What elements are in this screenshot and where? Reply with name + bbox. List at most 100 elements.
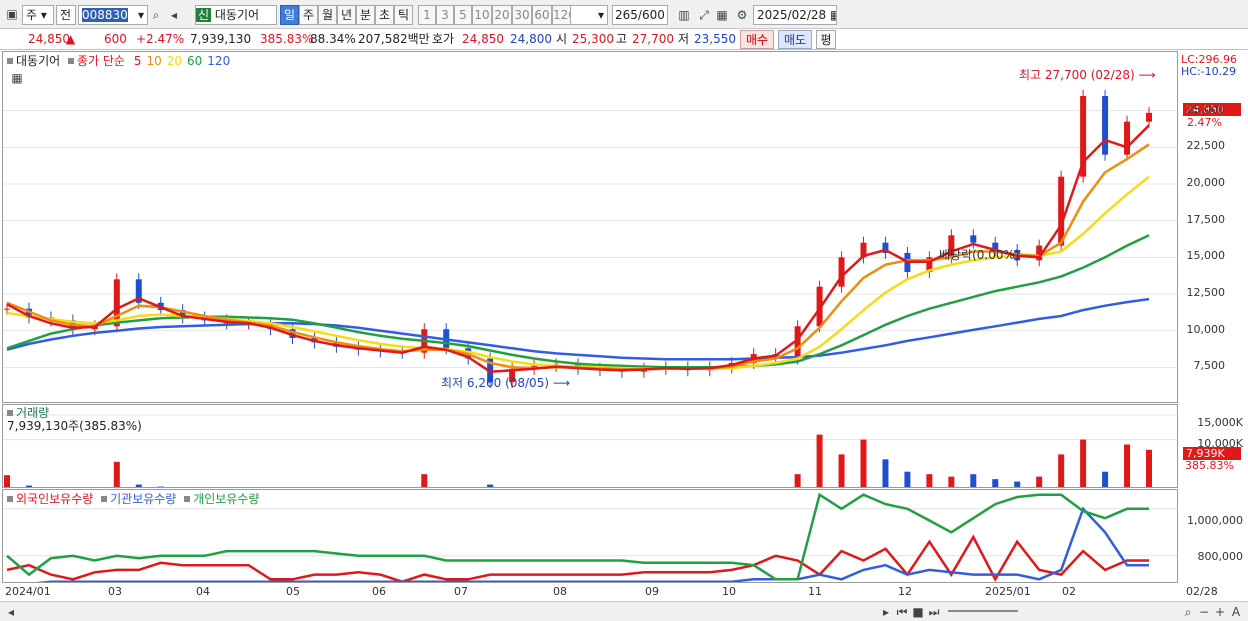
bid-price: 24,800 <box>510 32 552 46</box>
speaker-icon[interactable]: ◂ <box>166 7 182 23</box>
zoom-search-icon[interactable]: ⌕ <box>1180 604 1196 620</box>
draw-tool-icon[interactable]: ⤢ <box>696 7 712 23</box>
ma-legend-10: 10 <box>146 54 162 68</box>
window-menu-icon[interactable]: ▣ <box>4 6 20 22</box>
x-tick-label: 06 <box>372 585 386 598</box>
minute-button-0[interactable]: 1 <box>418 5 436 25</box>
stop-icon[interactable]: ■ <box>910 604 926 620</box>
holdings-legend: 외국인보유수량 기관보유수량 개인보유수량 <box>7 492 259 506</box>
price-y-label: 22,500 <box>1186 139 1226 153</box>
volume-chart <box>3 414 1177 487</box>
price-y-label: 15,000 <box>1186 249 1226 263</box>
minute-button-7[interactable]: 120 <box>552 5 572 25</box>
first-icon[interactable]: ⏮ <box>894 604 910 620</box>
low-price: 23,550 <box>694 32 736 46</box>
search-icon[interactable]: ⌕ <box>148 7 164 23</box>
price-chart <box>3 90 1177 388</box>
top-toolbar: ▣ 주 ▾ 전 008830 ▾ ⌕ ◂ 신 대동기어 일주월년분초틱 1 3 5 10… <box>0 0 1248 29</box>
period-tab-0[interactable]: 일 <box>280 5 299 25</box>
zoom-slider[interactable] <box>948 610 1018 612</box>
buy-button[interactable]: 매수 <box>740 30 774 49</box>
zoom-out-icon[interactable]: − <box>1196 604 1212 620</box>
x-tick-label: 10 <box>722 585 736 598</box>
ma-legend-60: 60 <box>187 54 203 68</box>
x-tick-label: 2025/01 <box>985 585 1031 598</box>
save-icon[interactable]: ▦ <box>714 7 730 23</box>
volume-bar <box>970 474 977 487</box>
period-tab-1[interactable]: 주 <box>299 5 318 25</box>
period-tab-6[interactable]: 틱 <box>394 5 413 25</box>
prev-button[interactable]: 전 <box>56 5 76 25</box>
ma20-line <box>6 175 1150 371</box>
volume-bar <box>421 474 428 487</box>
minute-button-2[interactable]: 5 <box>454 5 472 25</box>
volume-bar <box>1014 481 1021 487</box>
period-tab-2[interactable]: 월 <box>318 5 337 25</box>
x-tick-label: 2024/01 <box>5 585 51 598</box>
volume-bar <box>135 484 142 487</box>
price-y-label: 25,000 <box>1186 102 1226 116</box>
stock-code-input[interactable]: 008830 ▾ <box>78 5 148 25</box>
x-tick-label: 05 <box>286 585 300 598</box>
price-y-label: 20,000 <box>1186 176 1226 189</box>
high-price: 27,700 <box>632 32 674 46</box>
last-icon[interactable]: ⏭ <box>926 604 942 620</box>
eval-button[interactable]: 평 <box>816 30 836 49</box>
volume-bar <box>1124 444 1131 487</box>
minute-button-4[interactable]: 20 <box>492 5 512 25</box>
volume-bar <box>1102 471 1109 487</box>
period-tab-3[interactable]: 년 <box>337 5 356 25</box>
candle-type-icon[interactable]: ▥ <box>676 7 692 23</box>
minute-button-3[interactable]: 10 <box>472 5 492 25</box>
bar-count-field[interactable]: 265/600 <box>612 5 668 25</box>
trade-amount: 207,582백만 <box>358 32 430 46</box>
minute-button-5[interactable]: 30 <box>512 5 532 25</box>
price-pct-tag: 2.47% <box>1187 116 1222 129</box>
volume-ratio: 385.83% <box>260 32 314 46</box>
open-label: 시 <box>556 32 568 46</box>
price-panel[interactable]: 대동기어 종가 단순 5 10 20 60 120 ▦ 최고 27,700 (02/28… <box>2 51 1178 403</box>
current-price: 24,850 <box>28 32 70 46</box>
volume-bar <box>816 434 823 487</box>
price-y-label: 12,500 <box>1186 286 1226 299</box>
unit-select[interactable]: ▾ <box>570 5 608 25</box>
open-price: 25,300 <box>572 32 614 46</box>
holdings-panel[interactable]: 외국인보유수량 기관보유수량 개인보유수량 <box>2 489 1178 583</box>
low-label: 저 <box>678 32 690 46</box>
ma120-line <box>6 297 1150 361</box>
x-tick-label: 08 <box>553 585 567 598</box>
volume-bar <box>904 471 911 487</box>
zoom-in-icon[interactable]: + <box>1212 604 1228 620</box>
x-tick-label: 04 <box>196 585 210 598</box>
ask-price: 24,850 <box>462 32 504 46</box>
bottom-scrollbar[interactable]: ◂ ▸ ⏮ ■ ⏭ ⌕ − + A <box>0 601 1248 621</box>
stock-title: 대동기어 <box>16 54 61 68</box>
x-tick-label: 11 <box>808 585 822 598</box>
x-tick-label: 12 <box>898 585 912 598</box>
scroll-left-icon[interactable]: ◂ <box>3 604 19 620</box>
minute-button-1[interactable]: 3 <box>436 5 454 25</box>
change: 600 <box>104 32 127 46</box>
minute-button-6[interactable]: 60 <box>532 5 552 25</box>
date-field[interactable]: 2025/02/28 ▦ <box>753 5 837 25</box>
volume-bar <box>113 461 120 487</box>
volume-bar <box>948 476 955 487</box>
holdings-axis: 1,000,000 800,000 <box>1179 489 1245 583</box>
sell-button[interactable]: 매도 <box>778 30 812 49</box>
volume-bar <box>860 439 867 487</box>
volume: 7,939,130 <box>190 32 252 46</box>
period-tab-5[interactable]: 초 <box>375 5 394 25</box>
settings-icon[interactable]: ⚙ <box>734 7 750 23</box>
high-label: 고 <box>616 32 628 46</box>
stock-name-field[interactable]: 신 대동기어 <box>195 5 277 25</box>
grid-icon[interactable]: ▦ <box>9 70 25 86</box>
volume-panel[interactable]: 거래량 7,939,130주(385.83%) <box>2 404 1178 488</box>
x-tick-label: 07 <box>454 585 468 598</box>
text-size-icon[interactable]: A <box>1228 604 1244 620</box>
market-select[interactable]: 주 ▾ <box>22 5 54 25</box>
hold-y-label: 1,000,000 <box>1187 514 1243 527</box>
low-annotation: 최저 6,260 (08/05) ⟶ <box>441 376 571 390</box>
scroll-right-icon[interactable]: ▸ <box>878 604 894 620</box>
price-y-label: 17,500 <box>1186 212 1226 226</box>
period-tab-4[interactable]: 분 <box>356 5 375 25</box>
